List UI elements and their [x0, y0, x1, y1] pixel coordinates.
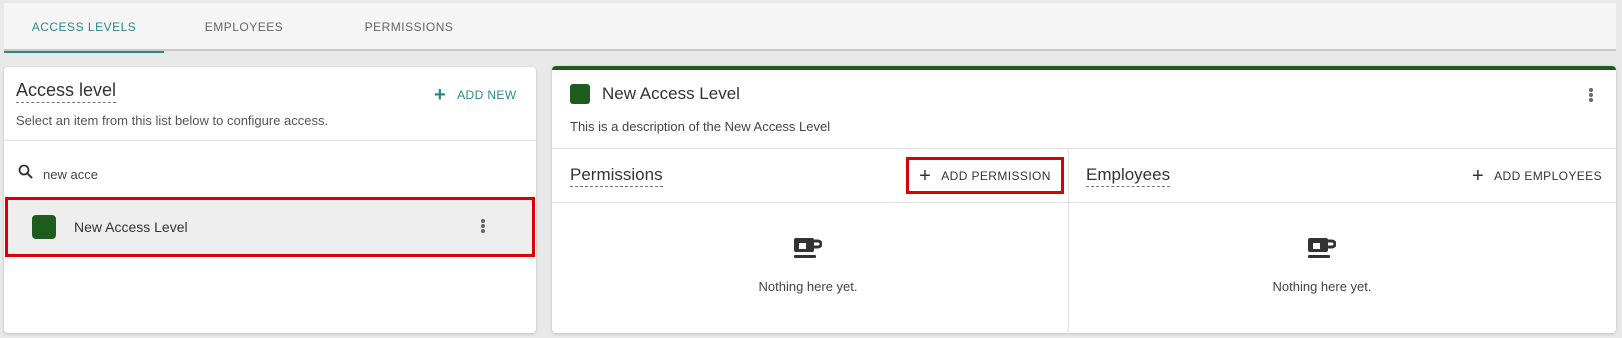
access-level-list-panel: Access level Select an item from this li… — [4, 67, 536, 333]
detail-title: New Access Level — [602, 84, 740, 103]
more-options-icon[interactable] — [1588, 87, 1594, 105]
search-row — [18, 164, 343, 184]
panel-title: Access level — [16, 80, 117, 103]
panel-subtitle: Select an item from this list below to c… — [16, 113, 329, 128]
add-new-button[interactable]: + ADD NEW — [434, 85, 517, 105]
add-new-label: ADD NEW — [457, 88, 517, 102]
column-divider — [1068, 149, 1069, 337]
permissions-empty-state: Nothing here yet. — [738, 236, 878, 294]
plus-icon: + — [919, 164, 932, 187]
color-swatch — [32, 215, 56, 239]
search-icon — [18, 164, 33, 184]
tab-access-levels[interactable]: ACCESS LEVELS — [4, 3, 164, 53]
add-employees-label: ADD EMPLOYEES — [1494, 169, 1602, 183]
detail-header: New Access Level — [570, 84, 740, 104]
list-item-new-access-level[interactable]: New Access Level — [5, 197, 535, 257]
color-swatch — [570, 84, 590, 104]
access-level-detail-panel: New Access Level This is a description o… — [552, 66, 1616, 337]
employees-title: Employees — [1086, 165, 1171, 187]
plus-icon: + — [1472, 165, 1485, 187]
empty-message: Nothing here yet. — [758, 279, 858, 294]
search-input[interactable] — [43, 166, 343, 182]
add-permission-button[interactable]: + ADD PERMISSION — [906, 157, 1064, 194]
add-employees-button[interactable]: + ADD EMPLOYEES — [1472, 166, 1602, 186]
plus-icon: + — [434, 84, 447, 106]
coffee-cup-icon — [794, 236, 823, 265]
divider — [4, 140, 536, 141]
add-permission-label: ADD PERMISSION — [941, 168, 1051, 183]
coffee-cup-icon — [1308, 236, 1337, 265]
divider — [552, 202, 1616, 203]
tab-bar: ACCESS LEVELS EMPLOYEES PERMISSIONS — [4, 3, 1616, 53]
detail-description: This is a description of the New Access … — [570, 119, 831, 134]
employees-empty-state: Nothing here yet. — [1252, 236, 1392, 294]
empty-message: Nothing here yet. — [1272, 279, 1372, 294]
list-item-label: New Access Level — [74, 219, 188, 235]
tab-employees[interactable]: EMPLOYEES — [164, 3, 324, 51]
permissions-title: Permissions — [570, 165, 663, 187]
more-options-icon[interactable] — [480, 218, 486, 236]
tab-permissions[interactable]: PERMISSIONS — [324, 3, 494, 51]
divider — [552, 148, 1616, 149]
